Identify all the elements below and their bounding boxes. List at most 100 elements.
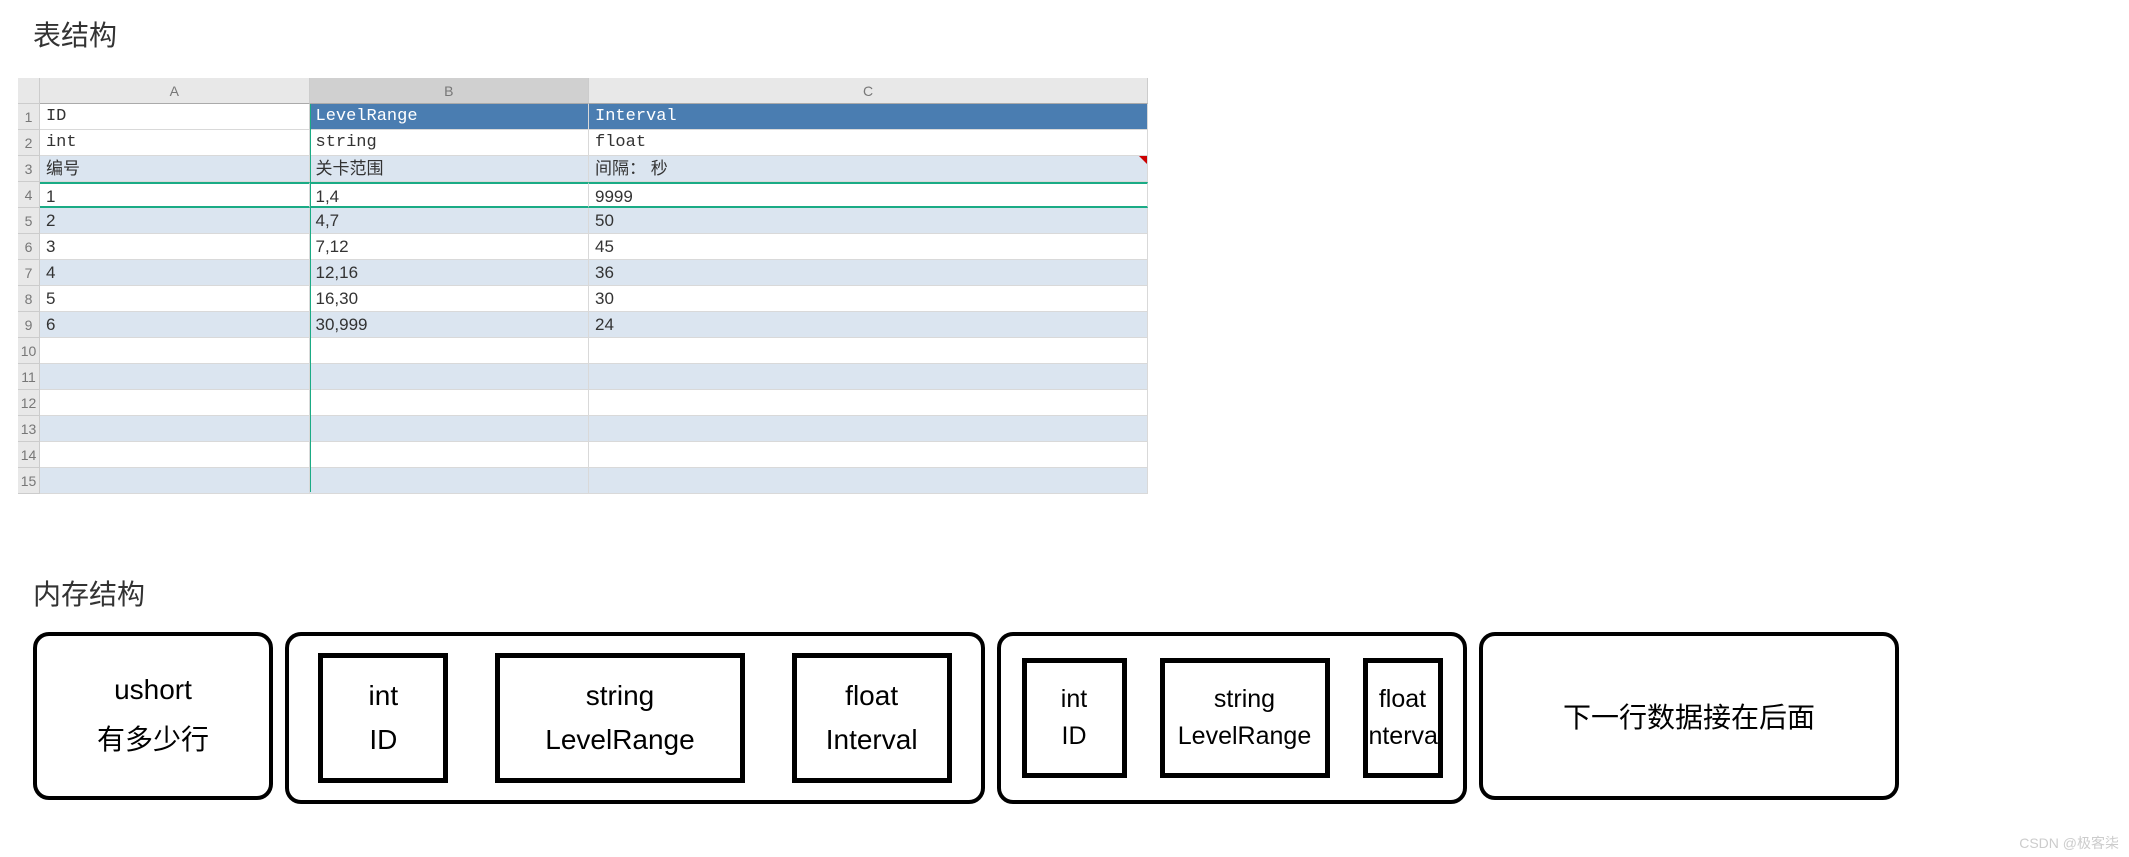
row-label[interactable]: 8	[18, 286, 40, 312]
row-label[interactable]: 3	[18, 156, 40, 182]
row-label[interactable]: 7	[18, 260, 40, 286]
row-15: 15	[18, 468, 1148, 494]
row-label[interactable]: 5	[18, 208, 40, 234]
cell-a3[interactable]: 编号	[40, 156, 310, 182]
row-label[interactable]: 10	[18, 338, 40, 364]
spreadsheet: A B C 1 ID LevelRange Interval 2 int str…	[18, 78, 1148, 494]
column-header-row: A B C	[18, 78, 1148, 104]
col-header-b[interactable]: B	[310, 78, 590, 104]
cell-c14[interactable]	[589, 442, 1148, 468]
row-14: 14	[18, 442, 1148, 468]
cell-c8[interactable]: 30	[589, 286, 1148, 312]
corner-cell	[18, 78, 40, 104]
row-11: 11	[18, 364, 1148, 390]
next-label: 下一行数据接在后面	[1563, 696, 1815, 736]
row-label[interactable]: 2	[18, 130, 40, 156]
cell-c10[interactable]	[589, 338, 1148, 364]
desc-label: 有多少行	[97, 718, 209, 758]
type-label: int	[369, 680, 399, 712]
cell-b12[interactable]	[310, 390, 590, 416]
cell-a15[interactable]	[40, 468, 310, 494]
cell-c3[interactable]: 间隔： 秒	[589, 156, 1148, 182]
field-id: int ID	[318, 653, 448, 783]
memory-block-next: 下一行数据接在后面	[1479, 632, 1899, 800]
cell-c4[interactable]: 9999	[589, 182, 1148, 208]
memory-layout-diagram: ushort 有多少行 int ID string LevelRange flo…	[33, 632, 1911, 804]
row-label[interactable]: 13	[18, 416, 40, 442]
type-label: float	[1379, 685, 1426, 714]
row-label[interactable]: 1	[18, 104, 40, 130]
watermark: CSDN @极客柒	[2019, 833, 2119, 853]
cell-b6[interactable]: 7,12	[310, 234, 590, 260]
cell-a1[interactable]: ID	[40, 104, 310, 130]
row-10: 10	[18, 338, 1148, 364]
cell-b11[interactable]	[310, 364, 590, 390]
cell-c5[interactable]: 50	[589, 208, 1148, 234]
memory-block-row1: int ID string LevelRange float Interval	[285, 632, 985, 804]
type-label: float	[845, 680, 898, 712]
type-label: string	[1214, 685, 1275, 714]
cell-a7[interactable]: 4	[40, 260, 310, 286]
cell-a8[interactable]: 5	[40, 286, 310, 312]
cell-a12[interactable]	[40, 390, 310, 416]
cell-a2[interactable]: int	[40, 130, 310, 156]
cell-c15[interactable]	[589, 468, 1148, 494]
row-label[interactable]: 9	[18, 312, 40, 338]
cell-b5[interactable]: 4,7	[310, 208, 590, 234]
name-label: ID	[1062, 722, 1087, 751]
cell-a5[interactable]: 2	[40, 208, 310, 234]
row-1: 1 ID LevelRange Interval	[18, 104, 1148, 130]
row-label[interactable]: 11	[18, 364, 40, 390]
cell-c2[interactable]: float	[589, 130, 1148, 156]
field-levelrange: string LevelRange	[1160, 658, 1330, 778]
cell-b15[interactable]	[310, 468, 590, 494]
cell-b10[interactable]	[310, 338, 590, 364]
cell-c7[interactable]: 36	[589, 260, 1148, 286]
type-label: ushort	[114, 674, 192, 706]
cell-c1[interactable]: Interval	[589, 104, 1148, 130]
cell-c9[interactable]: 24	[589, 312, 1148, 338]
cell-a10[interactable]	[40, 338, 310, 364]
row-13: 13	[18, 416, 1148, 442]
row-3: 3 编号 关卡范围 间隔： 秒	[18, 156, 1148, 182]
name-label: ID	[369, 724, 397, 756]
row-2: 2 int string float	[18, 130, 1148, 156]
cell-b7[interactable]: 12,16	[310, 260, 590, 286]
cell-b13[interactable]	[310, 416, 590, 442]
row-label[interactable]: 4	[18, 182, 40, 208]
cell-a11[interactable]	[40, 364, 310, 390]
type-label: int	[1061, 685, 1087, 714]
cell-b4[interactable]: 1,4	[310, 182, 590, 208]
row-12: 12	[18, 390, 1148, 416]
cell-a9[interactable]: 6	[40, 312, 310, 338]
cell-c11[interactable]	[589, 364, 1148, 390]
field-interval: float Interval	[1363, 658, 1443, 778]
cell-b1[interactable]: LevelRange	[310, 104, 590, 130]
row-label[interactable]: 6	[18, 234, 40, 260]
cell-b2[interactable]: string	[310, 130, 590, 156]
field-interval: float Interval	[792, 653, 952, 783]
row-label[interactable]: 12	[18, 390, 40, 416]
cell-c6[interactable]: 45	[589, 234, 1148, 260]
cell-b3[interactable]: 关卡范围	[310, 156, 590, 182]
row-9: 9 6 30,999 24	[18, 312, 1148, 338]
row-label[interactable]: 14	[18, 442, 40, 468]
cell-c13[interactable]	[589, 416, 1148, 442]
row-6: 6 3 7,12 45	[18, 234, 1148, 260]
field-levelrange: string LevelRange	[495, 653, 745, 783]
col-header-a[interactable]: A	[40, 78, 310, 104]
cell-a6[interactable]: 3	[40, 234, 310, 260]
cell-b8[interactable]: 16,30	[310, 286, 590, 312]
cell-a4[interactable]: 1	[40, 182, 310, 208]
name-label: LevelRange	[1178, 722, 1311, 751]
col-header-c[interactable]: C	[589, 78, 1148, 104]
row-5: 5 2 4,7 50	[18, 208, 1148, 234]
cell-b14[interactable]	[310, 442, 590, 468]
cell-a14[interactable]	[40, 442, 310, 468]
cell-b9[interactable]: 30,999	[310, 312, 590, 338]
cell-a13[interactable]	[40, 416, 310, 442]
cell-c12[interactable]	[589, 390, 1148, 416]
row-7: 7 4 12,16 36	[18, 260, 1148, 286]
row-label[interactable]: 15	[18, 468, 40, 494]
memory-block-row2: int ID string LevelRange float Interval	[997, 632, 1467, 804]
